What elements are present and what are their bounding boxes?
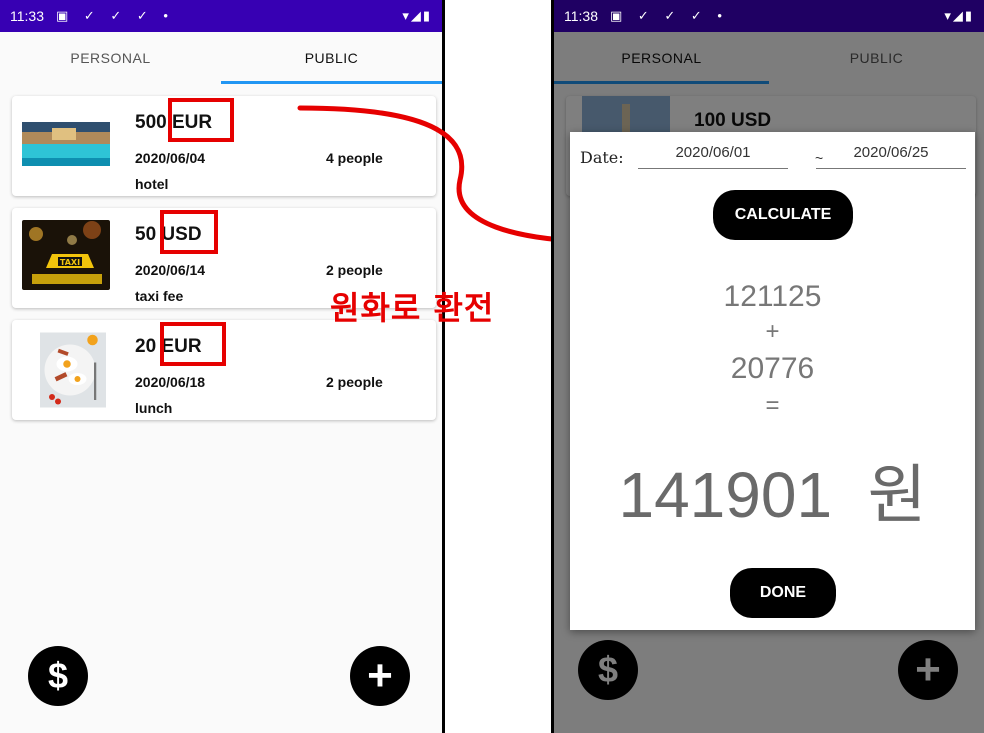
signal-battery-icon: ▾◢▮ [944,8,974,23]
calculate-button[interactable]: CALCULATE [713,190,853,240]
right-phone-screen: 11:38 ▣ ✓ ✓ ✓ • ▾◢▮ PERSONAL PUBLIC 100 … [551,0,984,733]
status-bar: 11:38 ▣ ✓ ✓ ✓ • ▾◢▮ [554,0,984,32]
term-one: 121125 [723,280,822,313]
result-text: 141901 원 [570,444,975,536]
notification-icons: ▣ ✓ ✓ ✓ • [610,8,728,23]
annotation-label: 원화로 환전 [330,289,495,327]
status-time: 11:38 [564,8,598,24]
start-date-field[interactable]: 2020/06/01 [638,144,788,169]
done-button[interactable]: DONE [730,568,836,618]
equals-sign: = [765,392,780,419]
term-two: 20776 [730,352,815,385]
result-unit: 원 [867,459,927,531]
end-date-field[interactable]: 2020/06/25 [816,144,966,169]
date-label: Date: [580,148,624,167]
exchange-dialog: Date: 2020/06/01 ~ 2020/06/25 CALCULATE … [570,132,975,630]
result-value: 141901 [618,459,833,531]
plus-sign: + [765,318,780,345]
